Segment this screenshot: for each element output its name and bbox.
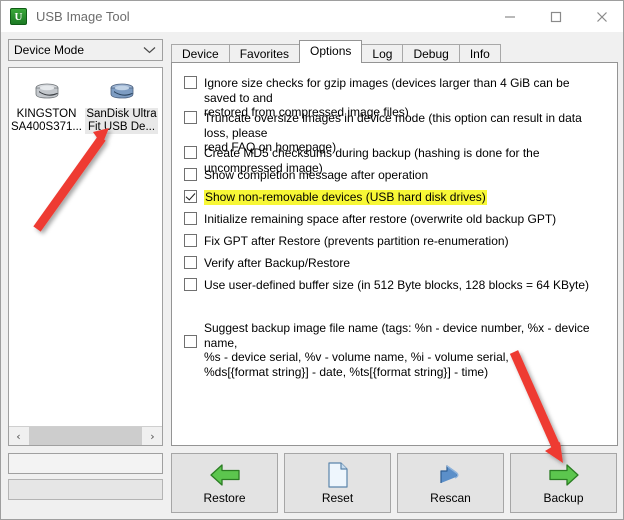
tab-info[interactable]: Info xyxy=(458,44,501,63)
option-show-non-removable-devices[interactable]: Show non-removable devices (USB hard dis… xyxy=(184,190,487,205)
green-left-arrow-icon xyxy=(209,461,241,489)
action-label: Backup xyxy=(543,491,584,505)
option-use-user-defined-buffer-size[interactable]: Use user-defined buffer size (in 512 Byt… xyxy=(184,278,589,293)
usb-drive-icon xyxy=(84,78,159,108)
options-panel: Ignore size checks for gzip images (devi… xyxy=(171,62,618,446)
tab-log[interactable]: Log xyxy=(361,44,404,63)
scrollbar-thumb[interactable] xyxy=(29,427,142,445)
device-item-sandisk[interactable]: SanDisk Ultra Fit USB De... xyxy=(84,74,159,134)
scroll-left-icon[interactable]: ‹ xyxy=(9,427,28,445)
checkbox[interactable] xyxy=(184,234,197,247)
checkbox[interactable] xyxy=(184,76,197,89)
option-label: Show completion message after operation xyxy=(204,168,429,182)
restore-button[interactable]: Restore xyxy=(171,453,278,513)
sidebar-field-1[interactable] xyxy=(8,453,163,474)
option-label: Fix GPT after Restore (prevents partitio… xyxy=(204,234,509,248)
action-label: Restore xyxy=(203,491,246,505)
option-label: Verify after Backup/Restore xyxy=(204,256,351,270)
tab-strip: Device Favorites Options Log Debug Info xyxy=(171,40,618,63)
option-show-completion-message[interactable]: Show completion message after operation xyxy=(184,168,428,183)
window-controls xyxy=(487,1,623,32)
maximize-icon[interactable] xyxy=(533,1,579,32)
option-label: Use user-defined buffer size (in 512 Byt… xyxy=(204,278,589,292)
blue-refresh-arrow-icon xyxy=(437,461,465,489)
checkbox[interactable] xyxy=(184,212,197,225)
option-label: Suggest backup image file name (tags: %n… xyxy=(204,321,590,379)
device-label: KINGSTON SA400S371... xyxy=(11,108,82,133)
backup-button[interactable]: Backup xyxy=(510,453,617,513)
option-initialize-remaining-space[interactable]: Initialize remaining space after restore… xyxy=(184,212,556,227)
option-verify-after-backup-restore[interactable]: Verify after Backup/Restore xyxy=(184,256,350,271)
action-label: Reset xyxy=(321,491,354,505)
reset-button[interactable]: Reset xyxy=(284,453,391,513)
checkbox[interactable] xyxy=(184,168,197,181)
tab-favorites[interactable]: Favorites xyxy=(228,44,301,63)
checkbox[interactable] xyxy=(184,278,197,291)
device-mode-value: Device Mode xyxy=(14,43,85,57)
tab-debug[interactable]: Debug xyxy=(402,44,460,63)
option-fix-gpt-after-restore[interactable]: Fix GPT after Restore (prevents partitio… xyxy=(184,234,509,249)
checkbox[interactable] xyxy=(184,335,197,348)
title-bar: U USB Image Tool xyxy=(1,1,623,32)
option-label: Initialize remaining space after restore… xyxy=(204,212,557,226)
device-list[interactable]: KINGSTON SA400S371... SanDisk Ultra Fit … xyxy=(8,67,163,446)
checkbox[interactable] xyxy=(184,190,197,203)
action-button-bar: Restore Reset Rescan Backup xyxy=(171,453,618,515)
window-title: USB Image Tool xyxy=(36,9,130,24)
option-label: Show non-removable devices (USB hard dis… xyxy=(204,190,487,205)
device-label: SanDisk Ultra Fit USB De... xyxy=(85,108,158,134)
document-page-icon xyxy=(325,461,351,489)
option-suggest-backup-file-name[interactable]: Suggest backup image file name (tags: %n… xyxy=(184,321,609,379)
device-item-kingston[interactable]: KINGSTON SA400S371... xyxy=(9,74,84,134)
device-list-hscrollbar[interactable]: ‹ › xyxy=(9,426,162,445)
chevron-down-icon xyxy=(143,43,156,57)
checkbox[interactable] xyxy=(184,146,197,159)
hard-disk-drive-icon xyxy=(9,78,84,108)
close-icon[interactable] xyxy=(579,1,623,32)
usb-image-tool-window: U USB Image Tool Device Mode KINGSTON SA… xyxy=(0,0,624,520)
green-right-arrow-icon xyxy=(548,461,580,489)
checkbox[interactable] xyxy=(184,256,197,269)
sidebar-field-2 xyxy=(8,479,163,500)
scroll-right-icon[interactable]: › xyxy=(143,427,162,445)
usb-image-tool-icon: U xyxy=(10,8,27,25)
rescan-button[interactable]: Rescan xyxy=(397,453,504,513)
tab-options[interactable]: Options xyxy=(299,40,363,63)
tab-device[interactable]: Device xyxy=(171,44,230,63)
minimize-icon[interactable] xyxy=(487,1,533,32)
action-label: Rescan xyxy=(430,491,471,505)
device-mode-combobox[interactable]: Device Mode xyxy=(8,39,163,61)
device-items: KINGSTON SA400S371... SanDisk Ultra Fit … xyxy=(9,68,162,432)
checkbox[interactable] xyxy=(184,111,197,124)
